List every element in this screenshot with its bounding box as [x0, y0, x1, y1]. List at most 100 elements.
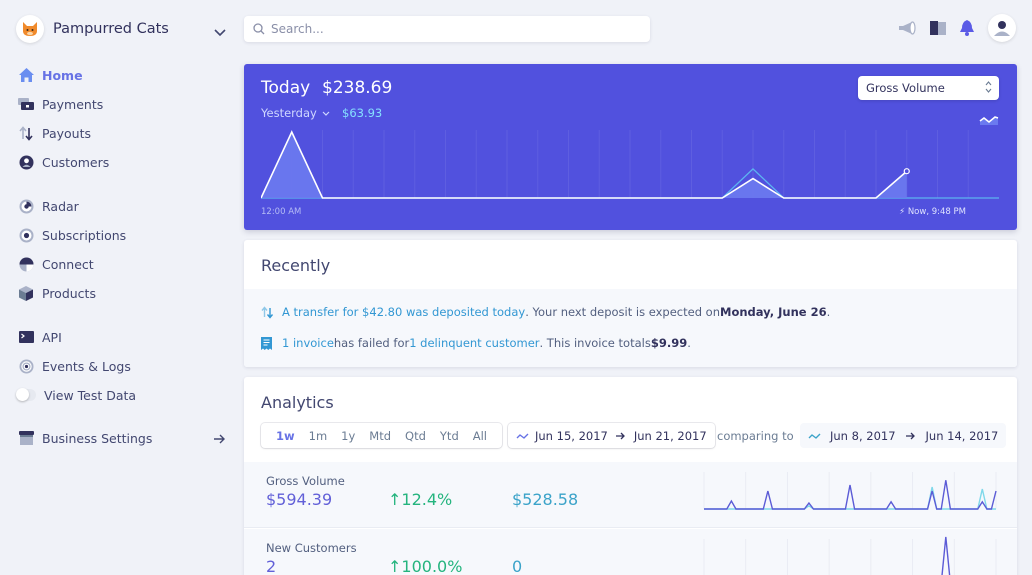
megaphone-icon[interactable] — [898, 21, 916, 35]
metric-change: ↑100.0% — [388, 557, 462, 575]
recently-title: Recently — [261, 256, 331, 275]
invoice-link[interactable]: 1 invoice — [282, 336, 334, 350]
customers-icon — [18, 154, 34, 170]
metric-change-value: 12.4% — [401, 490, 453, 509]
home-icon — [18, 67, 34, 83]
compare-range-picker[interactable]: Jun 8, 2017 Jun 14, 2017 — [800, 423, 1007, 448]
trend-line-icon — [516, 429, 529, 443]
sidebar-item-radar[interactable]: Radar — [18, 196, 79, 216]
trend-line-icon — [808, 429, 821, 443]
delinquent-customer-link[interactable]: 1 delinquent customer — [409, 336, 539, 350]
search-bar[interactable] — [244, 16, 650, 42]
metric-row-gross-volume[interactable]: Gross Volume $594.39 ↑12.4% $528.58 — [244, 462, 1017, 528]
arrow-up-icon: ↑ — [388, 557, 402, 575]
axis-now-text: Now, 9:48 PM — [907, 207, 966, 217]
arrow-up-icon: ↑ — [388, 490, 402, 509]
chevron-down-icon — [214, 22, 226, 41]
range-mtd[interactable]: Mtd — [369, 429, 391, 443]
radar-icon — [18, 198, 34, 214]
sidebar-item-label: Subscriptions — [42, 227, 127, 243]
search-icon — [253, 20, 265, 39]
list-item-text: has failed for — [333, 336, 410, 350]
sidebar-item-label: Business Settings — [42, 430, 153, 446]
list-item-tail: . — [826, 305, 831, 319]
connect-icon — [18, 256, 34, 272]
sidebar-item-events-logs[interactable]: Events & Logs — [18, 356, 131, 376]
list-item: A transfer for $42.80 was deposited toda… — [261, 305, 830, 319]
today-chart — [261, 130, 999, 199]
metric-select[interactable]: Gross Volume — [858, 76, 999, 100]
range-1w[interactable]: 1w — [276, 429, 295, 443]
metric-value: 2 — [266, 557, 277, 575]
top-toolbar — [884, 14, 1016, 42]
metric-value: $594.39 — [266, 490, 333, 509]
range-ytd[interactable]: Ytd — [440, 429, 459, 443]
select-arrows-icon — [985, 80, 992, 97]
compare-period-dropdown[interactable]: Yesterday — [261, 106, 330, 120]
arrow-right-icon — [615, 429, 626, 443]
today-value: $238.69 — [322, 78, 393, 98]
range-qtd[interactable]: Qtd — [405, 429, 426, 443]
axis-now-label: ⚡︎ Now, 9:48 PM — [899, 207, 966, 217]
user-avatar-icon[interactable] — [988, 14, 1016, 42]
metric-label: New Customers — [266, 541, 357, 555]
current-point — [903, 168, 910, 175]
compare-to: Jun 14, 2017 — [925, 428, 999, 443]
compare-from: Jun 8, 2017 — [830, 428, 896, 443]
sidebar-item-products[interactable]: Products — [18, 283, 96, 303]
events-icon — [18, 358, 34, 374]
sidebar-item-connect[interactable]: Connect — [18, 254, 94, 274]
metric-change: ↑12.4% — [388, 490, 452, 509]
search-input[interactable] — [271, 22, 631, 36]
account-switcher[interactable]: Pampurred Cats — [16, 14, 226, 44]
store-icon — [18, 430, 34, 446]
metric-previous: 0 — [512, 557, 523, 575]
sidebar-item-subscriptions[interactable]: Subscriptions — [18, 225, 126, 245]
chevron-down-icon — [322, 106, 330, 120]
range-all[interactable]: All — [473, 429, 487, 443]
range-1y[interactable]: 1y — [341, 429, 355, 443]
lightning-icon: ⚡︎ — [899, 207, 908, 217]
sidebar-item-api[interactable]: API — [18, 327, 62, 347]
test-data-toggle[interactable] — [16, 388, 36, 401]
metric-sparkline — [703, 536, 997, 575]
api-terminal-icon — [18, 329, 34, 345]
list-item-text: . Your next deposit is expected on — [525, 305, 720, 319]
sidebar-item-payments[interactable]: Payments — [18, 94, 103, 114]
sidebar-item-customers[interactable]: Customers — [18, 152, 109, 172]
sidebar-item-label: Connect — [42, 256, 94, 272]
compare-period-label: Yesterday — [261, 106, 317, 120]
notifications-bell-icon[interactable] — [960, 20, 974, 36]
sidebar-item-label: Home — [42, 67, 83, 83]
recently-card: Recently A transfer for $42.80 was depos… — [244, 240, 1017, 367]
sidebar-item-label: Payments — [42, 96, 104, 112]
range-1m[interactable]: 1m — [309, 429, 328, 443]
sidebar-item-payouts[interactable]: Payouts — [18, 123, 91, 143]
axis-start-label: 12:00 AM — [261, 207, 302, 217]
sparkline-current — [704, 480, 997, 510]
transfer-arrows-icon — [261, 305, 275, 319]
today-card: Today $238.69 Yesterday $63.93 Gross Vol… — [244, 64, 1017, 230]
date-from: Jun 15, 2017 — [535, 428, 608, 443]
series-today-area — [261, 132, 907, 198]
sidebar-item-view-test-data[interactable]: View Test Data — [16, 385, 136, 405]
sidebar-item-business-settings[interactable]: Business Settings — [18, 428, 226, 448]
transfer-link[interactable]: A transfer for $42.80 was deposited toda… — [282, 305, 525, 319]
sidebar-item-label: Payouts — [42, 125, 92, 141]
payouts-icon — [18, 125, 34, 141]
docs-book-icon[interactable] — [930, 21, 946, 35]
sidebar-item-label: Radar — [42, 198, 79, 214]
sidebar-item-home[interactable]: Home — [18, 65, 83, 85]
invoice-icon — [261, 336, 275, 350]
today-label: Today — [261, 78, 311, 98]
account-name: Pampurred Cats — [53, 21, 169, 37]
comparing-label: comparing to — [717, 429, 794, 443]
metric-row-new-customers[interactable]: New Customers 2 ↑100.0% 0 — [244, 529, 1017, 575]
compare-period-value: $63.93 — [342, 106, 383, 120]
sidebar-item-label: Customers — [42, 154, 110, 170]
trend-line-icon[interactable] — [979, 111, 999, 130]
sparkline-previous — [704, 486, 996, 510]
date-range-picker[interactable]: Jun 15, 2017 Jun 21, 2017 — [508, 423, 715, 448]
list-item-tail: . — [687, 336, 691, 350]
sidebar-item-label: API — [42, 329, 62, 345]
